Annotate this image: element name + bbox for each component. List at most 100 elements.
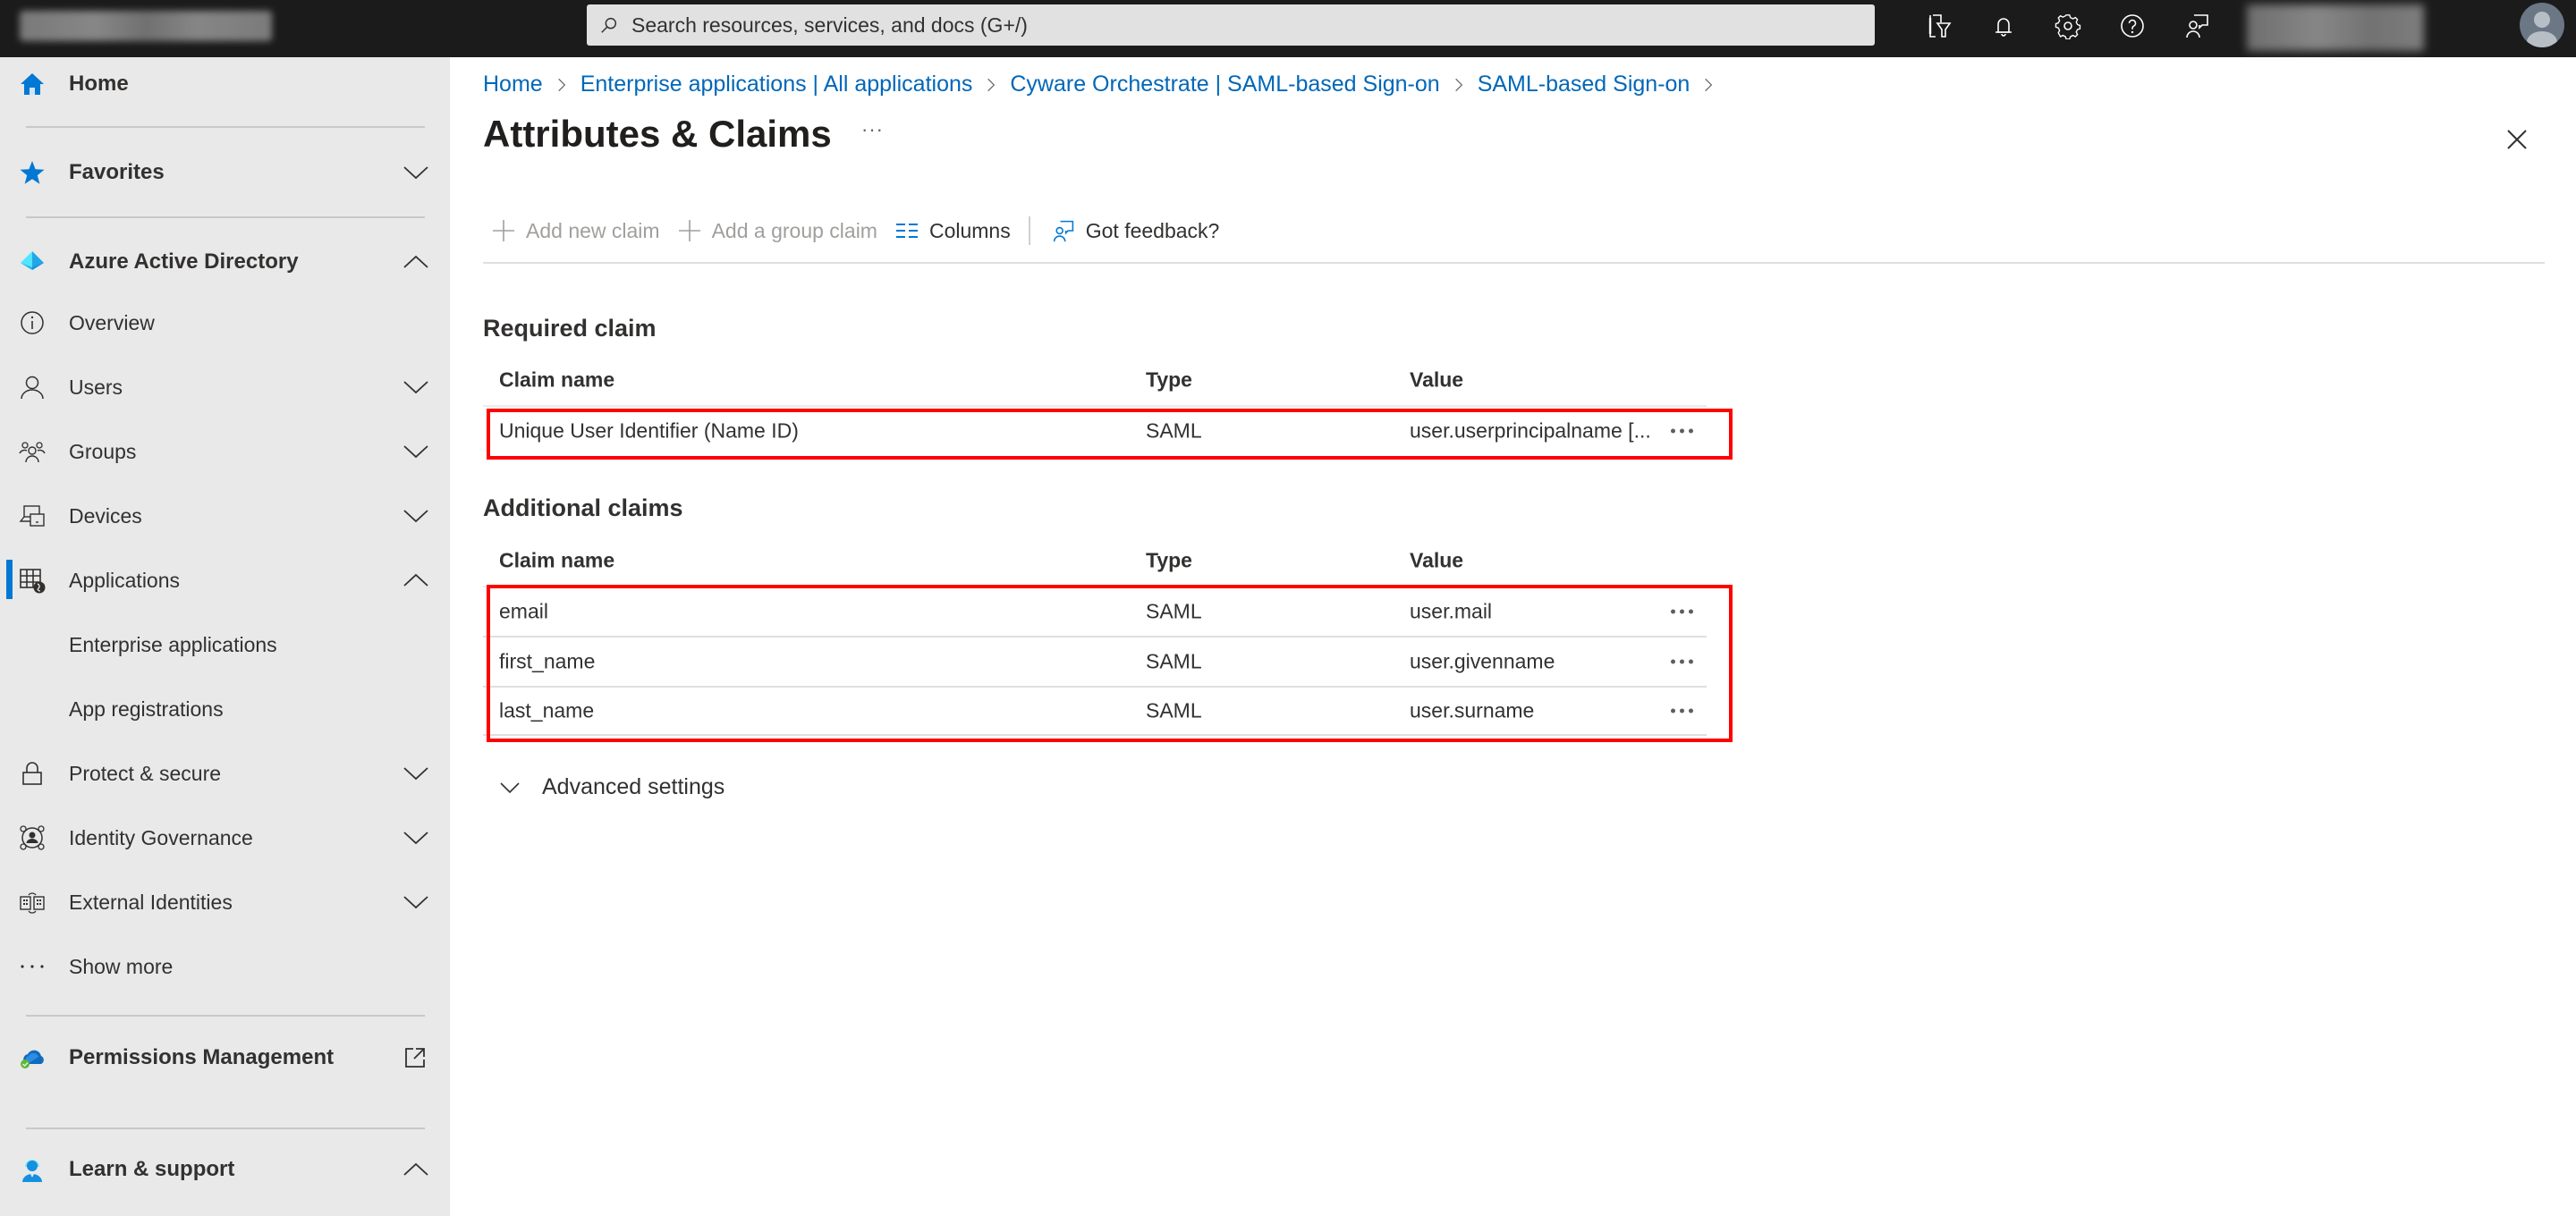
sidebar-item-permissions-management[interactable]: Permissions Management xyxy=(0,1031,450,1085)
devices-icon xyxy=(18,502,47,530)
table-row[interactable]: last_name SAML user.surname xyxy=(483,686,1707,736)
lock-icon xyxy=(18,759,47,788)
external-identities-icon xyxy=(18,888,47,916)
add-group-claim-button[interactable]: Add a group claim xyxy=(669,211,886,250)
chevron-down-icon[interactable] xyxy=(402,507,429,525)
sidebar-item-protect-secure[interactable]: Protect & secure xyxy=(0,747,450,800)
advanced-settings-toggle[interactable]: Advanced settings xyxy=(499,774,724,800)
columns-label: Columns xyxy=(928,218,1011,242)
notification-bell-icon xyxy=(1996,18,2012,37)
claim-name-cell: first_name xyxy=(499,649,596,673)
sidebar-item-label: Show more xyxy=(69,954,174,978)
sidebar-item-identity-governance[interactable]: Identity Governance xyxy=(0,811,450,865)
row-more-options-button[interactable] xyxy=(1664,651,1699,672)
chevron-up-icon[interactable] xyxy=(402,1161,429,1178)
table-row[interactable]: Unique User Identifier (Name ID) SAML us… xyxy=(483,405,1707,455)
breadcrumb-saml-sso[interactable]: SAML-based Sign-on xyxy=(1478,72,1690,97)
table-header: Claim name Type Value xyxy=(483,355,1726,405)
sidebar-item-label: Protect & secure xyxy=(69,761,222,785)
sidebar-item-azure-active-directory[interactable]: Azure Active Directory xyxy=(0,235,450,289)
table-row[interactable]: email SAML user.mail xyxy=(483,586,1707,636)
chevron-down-icon[interactable] xyxy=(402,829,429,847)
column-header-claim-name[interactable]: Claim name xyxy=(499,368,614,393)
feedback-button[interactable] xyxy=(2165,0,2229,52)
account-info-redacted[interactable] xyxy=(2247,4,2424,51)
directory-filter-button[interactable] xyxy=(1907,0,1971,52)
sidebar-item-overview[interactable]: Overview xyxy=(0,296,450,350)
sidebar-item-app-registrations[interactable]: App registrations xyxy=(0,682,450,736)
sidebar-item-label: Favorites xyxy=(69,160,165,184)
sidebar-item-label: Identity Governance xyxy=(69,825,253,849)
column-header-type[interactable]: Type xyxy=(1146,368,1192,393)
chevron-down-icon[interactable] xyxy=(402,378,429,396)
more-icon xyxy=(18,952,47,981)
columns-button[interactable]: Columns xyxy=(886,211,1020,250)
directory-filter-icon xyxy=(1928,14,1952,38)
column-header-value[interactable]: Value xyxy=(1410,549,1463,573)
global-search[interactable] xyxy=(587,4,1875,46)
more-horizontal-icon xyxy=(1670,609,1693,614)
main-content: Home Enterprise applications | All appli… xyxy=(450,57,2576,1216)
more-horizontal-icon xyxy=(1670,708,1693,714)
identity-governance-icon xyxy=(18,823,47,852)
sidebar-item-applications[interactable]: Applications xyxy=(0,553,450,607)
breadcrumb-enterprise-applications[interactable]: Enterprise applications | All applicatio… xyxy=(580,72,973,97)
claim-value-cell: user.givenname xyxy=(1410,649,1555,673)
claim-value-cell: user.mail xyxy=(1410,599,1493,623)
row-more-options-button[interactable] xyxy=(1664,420,1699,442)
got-feedback-label: Got feedback? xyxy=(1085,218,1220,242)
advanced-settings-label: Advanced settings xyxy=(542,774,725,799)
feedback-icon xyxy=(2186,14,2208,38)
avatar[interactable] xyxy=(2520,3,2564,47)
additional-claims-table: Claim name Type Value email SAML user.ma… xyxy=(483,536,1726,736)
page-title: Attributes & Claims xyxy=(483,113,832,155)
claim-type-cell: SAML xyxy=(1146,599,1202,623)
sidebar-item-enterprise-applications[interactable]: Enterprise applications xyxy=(0,618,450,671)
column-header-type[interactable]: Type xyxy=(1146,549,1192,573)
portal-title-redacted[interactable] xyxy=(20,11,272,41)
table-header: Claim name Type Value xyxy=(483,536,1726,586)
chevron-up-icon[interactable] xyxy=(402,253,429,271)
sidebar-item-groups[interactable]: Groups xyxy=(0,425,450,478)
external-link-icon[interactable] xyxy=(404,1047,426,1068)
table-row[interactable]: first_name SAML user.givenname xyxy=(483,636,1707,686)
add-new-claim-button[interactable]: Add new claim xyxy=(483,211,669,250)
chevron-down-icon[interactable] xyxy=(402,764,429,782)
chevron-down-icon[interactable] xyxy=(402,443,429,460)
column-header-value[interactable]: Value xyxy=(1410,368,1463,393)
close-button[interactable] xyxy=(2503,125,2531,154)
columns-icon xyxy=(895,224,918,238)
sidebar-item-home[interactable]: Home xyxy=(0,57,450,111)
sidebar-item-external-identities[interactable]: External Identities xyxy=(0,875,450,929)
help-button[interactable] xyxy=(2100,0,2165,52)
chevron-down-icon[interactable] xyxy=(402,164,429,182)
breadcrumb-app-sso[interactable]: Cyware Orchestrate | SAML-based Sign-on xyxy=(1010,72,1439,97)
settings-button[interactable] xyxy=(2036,0,2100,52)
page-more-options-button[interactable]: ··· xyxy=(861,118,884,141)
row-more-options-button[interactable] xyxy=(1664,601,1699,622)
sidebar-item-learn-support[interactable]: Learn & support xyxy=(0,1143,450,1196)
divider xyxy=(483,262,2545,264)
breadcrumb-home[interactable]: Home xyxy=(483,72,543,97)
chevron-right-icon xyxy=(1449,75,1469,95)
column-header-claim-name[interactable]: Claim name xyxy=(499,549,614,573)
chevron-down-icon[interactable] xyxy=(402,893,429,911)
sidebar-item-devices[interactable]: Devices xyxy=(0,489,450,543)
search-input[interactable] xyxy=(631,13,1848,38)
sidebar-item-label: Permissions Management xyxy=(69,1045,335,1069)
sidebar-item-show-more[interactable]: Show more xyxy=(0,940,450,993)
sidebar-item-label: Overview xyxy=(69,310,155,334)
sidebar-item-users[interactable]: Users xyxy=(0,360,450,414)
help-question-icon xyxy=(2121,14,2144,38)
sidebar-item-label: App registrations xyxy=(69,697,224,721)
sidebar-item-label: Devices xyxy=(69,503,142,528)
got-feedback-button[interactable]: Got feedback? xyxy=(1043,211,1229,250)
chevron-up-icon[interactable] xyxy=(402,571,429,589)
top-bar xyxy=(0,0,2576,57)
sidebar-item-label: Home xyxy=(69,72,129,96)
sidebar-item-favorites[interactable]: Favorites xyxy=(0,146,450,199)
groups-icon xyxy=(18,437,47,466)
notifications-button[interactable] xyxy=(1971,0,2036,52)
user-avatar-icon xyxy=(2527,12,2557,47)
row-more-options-button[interactable] xyxy=(1664,700,1699,722)
